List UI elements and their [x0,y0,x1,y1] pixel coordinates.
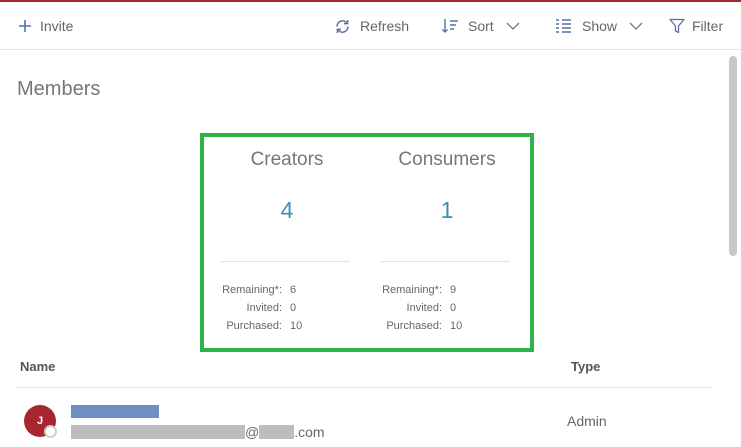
invited-value: 0 [450,302,457,314]
creators-count: 4 [280,197,294,223]
invite-label: Invite [40,18,74,34]
show-dropdown[interactable]: Show [555,2,643,50]
show-label: Show [582,18,618,34]
email-tld: .com [294,424,325,440]
invite-button[interactable]: Invite [18,2,73,50]
purchased-label: Purchased: [386,320,442,332]
remaining-value: 6 [290,284,297,296]
email-domain-redacted [259,425,295,439]
sort-icon [442,19,458,33]
consumers-details: Remaining*: 9 Invited: 0 Purchased: 10 [380,281,462,335]
creators-details: Remaining*: 6 Invited: 0 Purchased: 10 [220,281,302,335]
invited-label: Invited: [246,302,282,314]
remaining-label: Remaining*: [222,284,282,296]
email-at-sign: @ [245,424,260,440]
toolbar: Invite Refresh Sort Show Filter [0,2,741,50]
purchased-value: 10 [450,320,463,332]
member-name-redacted [71,405,159,418]
member-email: @ .com [71,424,325,440]
chevron-down-icon [629,22,643,30]
sort-dropdown[interactable]: Sort [441,2,520,50]
consumers-title: Consumers [398,149,496,170]
remaining-value: 9 [450,284,457,296]
member-type: Admin [567,413,607,429]
consumers-count: 1 [440,197,454,223]
refresh-button[interactable]: Refresh [334,2,409,50]
list-view-icon [556,19,571,33]
invited-value: 0 [290,302,297,314]
column-header-type[interactable]: Type [571,359,600,374]
column-header-name[interactable]: Name [20,359,55,374]
divider [220,261,350,262]
vertical-scrollbar[interactable] [729,56,737,256]
table-row[interactable]: J @ .com Admin [0,388,741,447]
page-title: Members [17,78,101,100]
license-summary-panel: Creators 4 Remaining*: 6 Invited: 0 Purc… [200,133,534,352]
presence-status-icon [44,425,57,438]
filter-label: Filter [692,18,724,34]
plus-icon [19,20,31,32]
invited-label: Invited: [406,302,442,314]
sort-label: Sort [468,18,494,34]
filter-icon [669,18,685,34]
refresh-label: Refresh [360,18,410,34]
purchased-label: Purchased: [226,320,282,332]
chevron-down-icon [506,22,520,30]
divider [380,261,510,262]
email-user-redacted [71,425,245,439]
purchased-value: 10 [290,320,303,332]
creators-title: Creators [250,149,324,170]
filter-button[interactable]: Filter [669,2,723,50]
refresh-icon [336,19,349,33]
remaining-label: Remaining*: [382,284,442,296]
